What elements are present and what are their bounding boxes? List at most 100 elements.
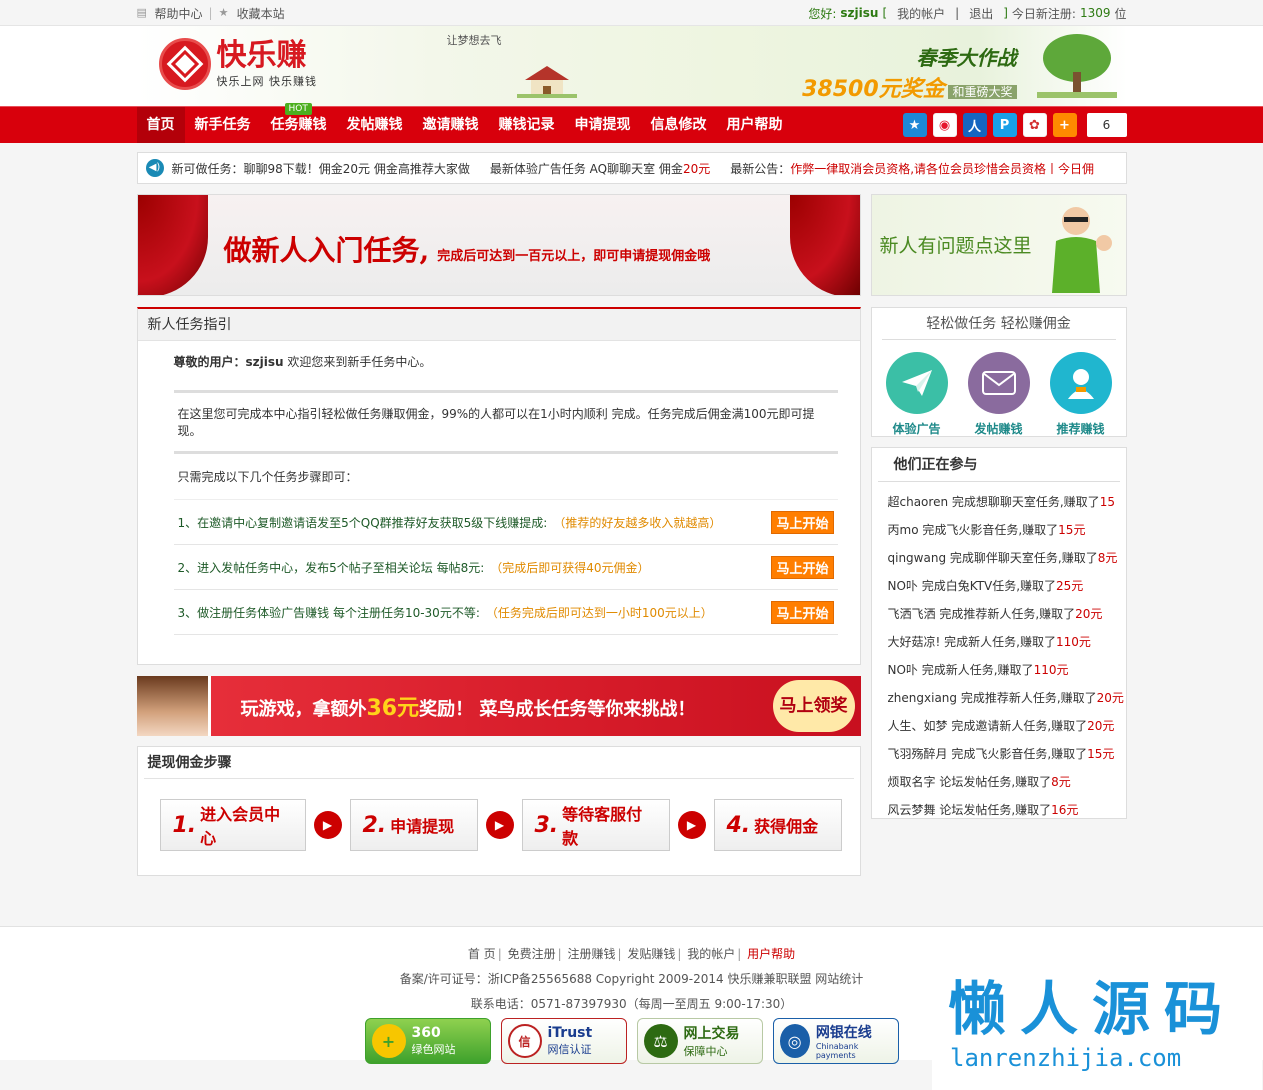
list-item: zhengxiang 完成推荐新人任务,赚取了20元 [888,684,1126,712]
nav-invite-earn[interactable]: 邀请赚钱 [413,107,489,143]
list-item-text: zhengxiang 完成推荐新人任务,赚取了 [887,691,1097,705]
nav-profile[interactable]: 信息修改 [641,107,717,143]
greeting-label: 尊敬的用户： [173,355,246,369]
renren-share-icon[interactable]: 人 [962,113,987,137]
arrow-right-icon: ▶ [313,811,342,839]
post-earn-label: 发帖赚钱 [974,422,1023,436]
list-item-text: 飞洒飞洒 完成推荐新人任务,赚取了 [887,607,1076,621]
my-account-link[interactable]: 我的帐户 [897,5,945,22]
list-item-amount: 16元 [1051,803,1079,817]
notice-item-text: 最新体验广告任务 AQ聊聊天室 佣金 [489,161,683,176]
list-item: 丙mo 完成飞火影音任务,赚取了15元 [888,516,1126,544]
nav-post-earn[interactable]: 发帖赚钱 [337,107,413,143]
today-register-label: 今日新注册: [1011,6,1076,21]
step-number: 1. [172,812,197,838]
nav-newbie-tasks[interactable]: 新手任务 [185,107,261,143]
badge-itrust[interactable]: 信 iTrust 网信认证 [500,1018,627,1064]
badge-360-green[interactable]: + 360 绿色网站 [364,1018,491,1064]
pengyou-share-icon[interactable]: P [992,113,1017,137]
greeting-user: szjisu [245,355,284,369]
promo-line-1: 春季大作战 [916,46,1017,70]
footer-link-post-earn[interactable]: 发贴赚钱 [627,947,675,961]
list-item: NO卟 完成白兔KTV任务,赚取了25元 [888,572,1126,600]
weibo-share-icon[interactable]: ◉ [932,113,957,137]
list-item-text: 大好菇凉! 完成新人任务,赚取了 [887,635,1056,649]
footer-link-help[interactable]: 用户帮助 [747,947,795,961]
nav-task-earn-label: 任务赚钱 [270,117,327,133]
participants-panel: 他们正在参与 超chaoren 完成想聊聊天室任务,赚取了15 丙mo 完成飞火… [870,447,1127,819]
start-button[interactable]: 马上开始 [771,600,834,624]
list-item-amount: 15元 [1087,747,1115,761]
task-step-note: （完成后即可获得40元佣金） [490,560,650,575]
list-item-text: 烦取名字 论坛发帖任务,赚取了 [887,775,1052,789]
panel-title: 他们正在参与 [877,448,1120,482]
badge-subtitle: 绿色网站 [411,1043,456,1056]
qzone-share-icon[interactable]: ★ [902,113,927,137]
help-center-link[interactable]: 帮助中心 [155,5,203,22]
envelope-icon [967,352,1030,414]
divider: | [208,6,213,20]
newbie-task-banner[interactable]: 做新人入门任务, 完成后可达到一百元以上，即可申请提现佣金哦 [136,194,861,296]
withdraw-steps-panel: 提现佣金步骤 1. 进入会员中心 ▶ 2. 申请提现 ▶ 3. 等待客服付款 ▶ 4.… [136,746,861,876]
step-number: 3. [534,812,559,838]
newbie-help-banner[interactable]: 新人有问题点这里 [870,194,1127,296]
bookmark-link[interactable]: 收藏本站 [237,5,285,22]
promo-line-2: 38500元奖金 [802,77,945,102]
notice-item[interactable]: 最新体验广告任务 AQ聊聊天室 佣金20元 [490,160,710,177]
footer-link-register-earn[interactable]: 注册赚钱 [567,947,615,961]
seal-icon: 信 [507,1024,542,1058]
list-item-amount: 20元 [1075,607,1103,621]
list-item: 人生、如梦 完成邀请新人任务,赚取了20元 [888,712,1126,740]
task-step: 3、做注册任务体验广告赚钱 每个注册任务10-30元不等: （任务完成后即可达到一… [173,590,838,635]
promo-banner[interactable]: 春季大作战 38500元奖金 和重磅大奖 [802,42,1017,103]
arrow-right-icon: ▶ [485,811,514,839]
notice-item[interactable]: 新可做任务：聊聊98下载！佣金20元 佣金高推荐大家做 [172,160,470,177]
task-step-note: （推荐的好友越多收入就越高） [553,515,722,530]
list-item-amount: 110元 [1055,635,1091,649]
step-number: 4. [726,812,751,838]
badge-trade-guarantee[interactable]: ⚖ 网上交易 保障中心 [636,1018,763,1064]
list-item-amount: 110元 [1033,663,1069,677]
logout-link[interactable]: 退出 [969,5,993,22]
slogan: 让梦想去飞 [446,34,502,47]
footer-link-home[interactable]: 首 页 [468,947,496,961]
experience-ad-link[interactable]: 体验广告 [885,352,948,437]
start-button[interactable]: 马上开始 [771,510,834,534]
guide-description: 在这里您可完成本中心指引轻松做任务赚取佣金，99%的人都可以在1小时内顺利 完成… [177,407,815,438]
site-logo[interactable]: 快乐赚 快乐上网 快乐赚钱 [158,38,318,90]
paper-plane-icon [885,352,948,414]
nav-withdraw[interactable]: 申请提现 [565,107,641,143]
steps-intro: 只需完成以下几个任务步骤即可： [173,454,838,500]
banner-headline: 做新人入门任务, [223,234,430,267]
list-item-text: 丙mo 完成飞火影音任务,赚取了 [887,523,1059,537]
watermark: 懒人源码 lanrenzhijia.com [932,960,1262,1090]
game-reward-banner[interactable]: 玩游戏，拿额外36元奖励！ 菜鸟成长任务等你来挑战！ 马上领奖 [136,676,861,736]
thumbs-up-man-icon [1051,207,1112,293]
list-item: 大好菇凉! 完成新人任务,赚取了110元 [888,628,1126,656]
newbie-guide-panel: 新人任务指引 尊敬的用户：szjisu 欢迎您来到新手任务中心。 在这里您可完成… [136,307,861,665]
badge-chinabank[interactable]: ◎ 网银在线 Chinabank payments [772,1018,899,1064]
nav-task-earn[interactable]: 任务赚钱 HOT [261,103,337,143]
post-earn-link[interactable]: 发帖赚钱 [967,352,1030,437]
nav-earn-record[interactable]: 赚钱记录 [489,107,565,143]
footer-link-my-account[interactable]: 我的帐户 [687,947,735,961]
list-item-amount: 20元 [1087,719,1115,733]
list-item: 风云梦舞 论坛发帖任务,赚取了16元 [888,796,1126,824]
list-item-amount: 25元 [1056,579,1084,593]
tencent-weibo-share-icon[interactable]: ✿ [1022,113,1047,137]
bracket-open: [ [882,6,888,20]
badge-subtitle: 网信认证 [547,1043,592,1056]
withdraw-step: 1. 进入会员中心 [159,799,306,851]
scale-icon: ⚖ [643,1024,678,1058]
nav-home[interactable]: 首页 [136,107,185,143]
logo-emblem-icon [158,38,211,90]
claim-reward-button[interactable]: 马上领奖 [772,680,855,732]
announcement-text[interactable]: 作弊一律取消会员资格,请各位会员珍惜会员资格丨今日佣 [790,160,1094,177]
recommend-earn-link[interactable]: 推荐赚钱 [1049,352,1112,437]
more-share-icon[interactable]: + [1052,113,1077,137]
banner-subline: 完成后可达到一百元以上，即可申请提现佣金哦 [437,249,711,264]
start-button[interactable]: 马上开始 [771,555,834,579]
footer-link-register[interactable]: 免费注册 [508,947,556,961]
greeting: 尊敬的用户：szjisu 欢迎您来到新手任务中心。 [174,353,838,370]
nav-help[interactable]: 用户帮助 [717,107,793,143]
